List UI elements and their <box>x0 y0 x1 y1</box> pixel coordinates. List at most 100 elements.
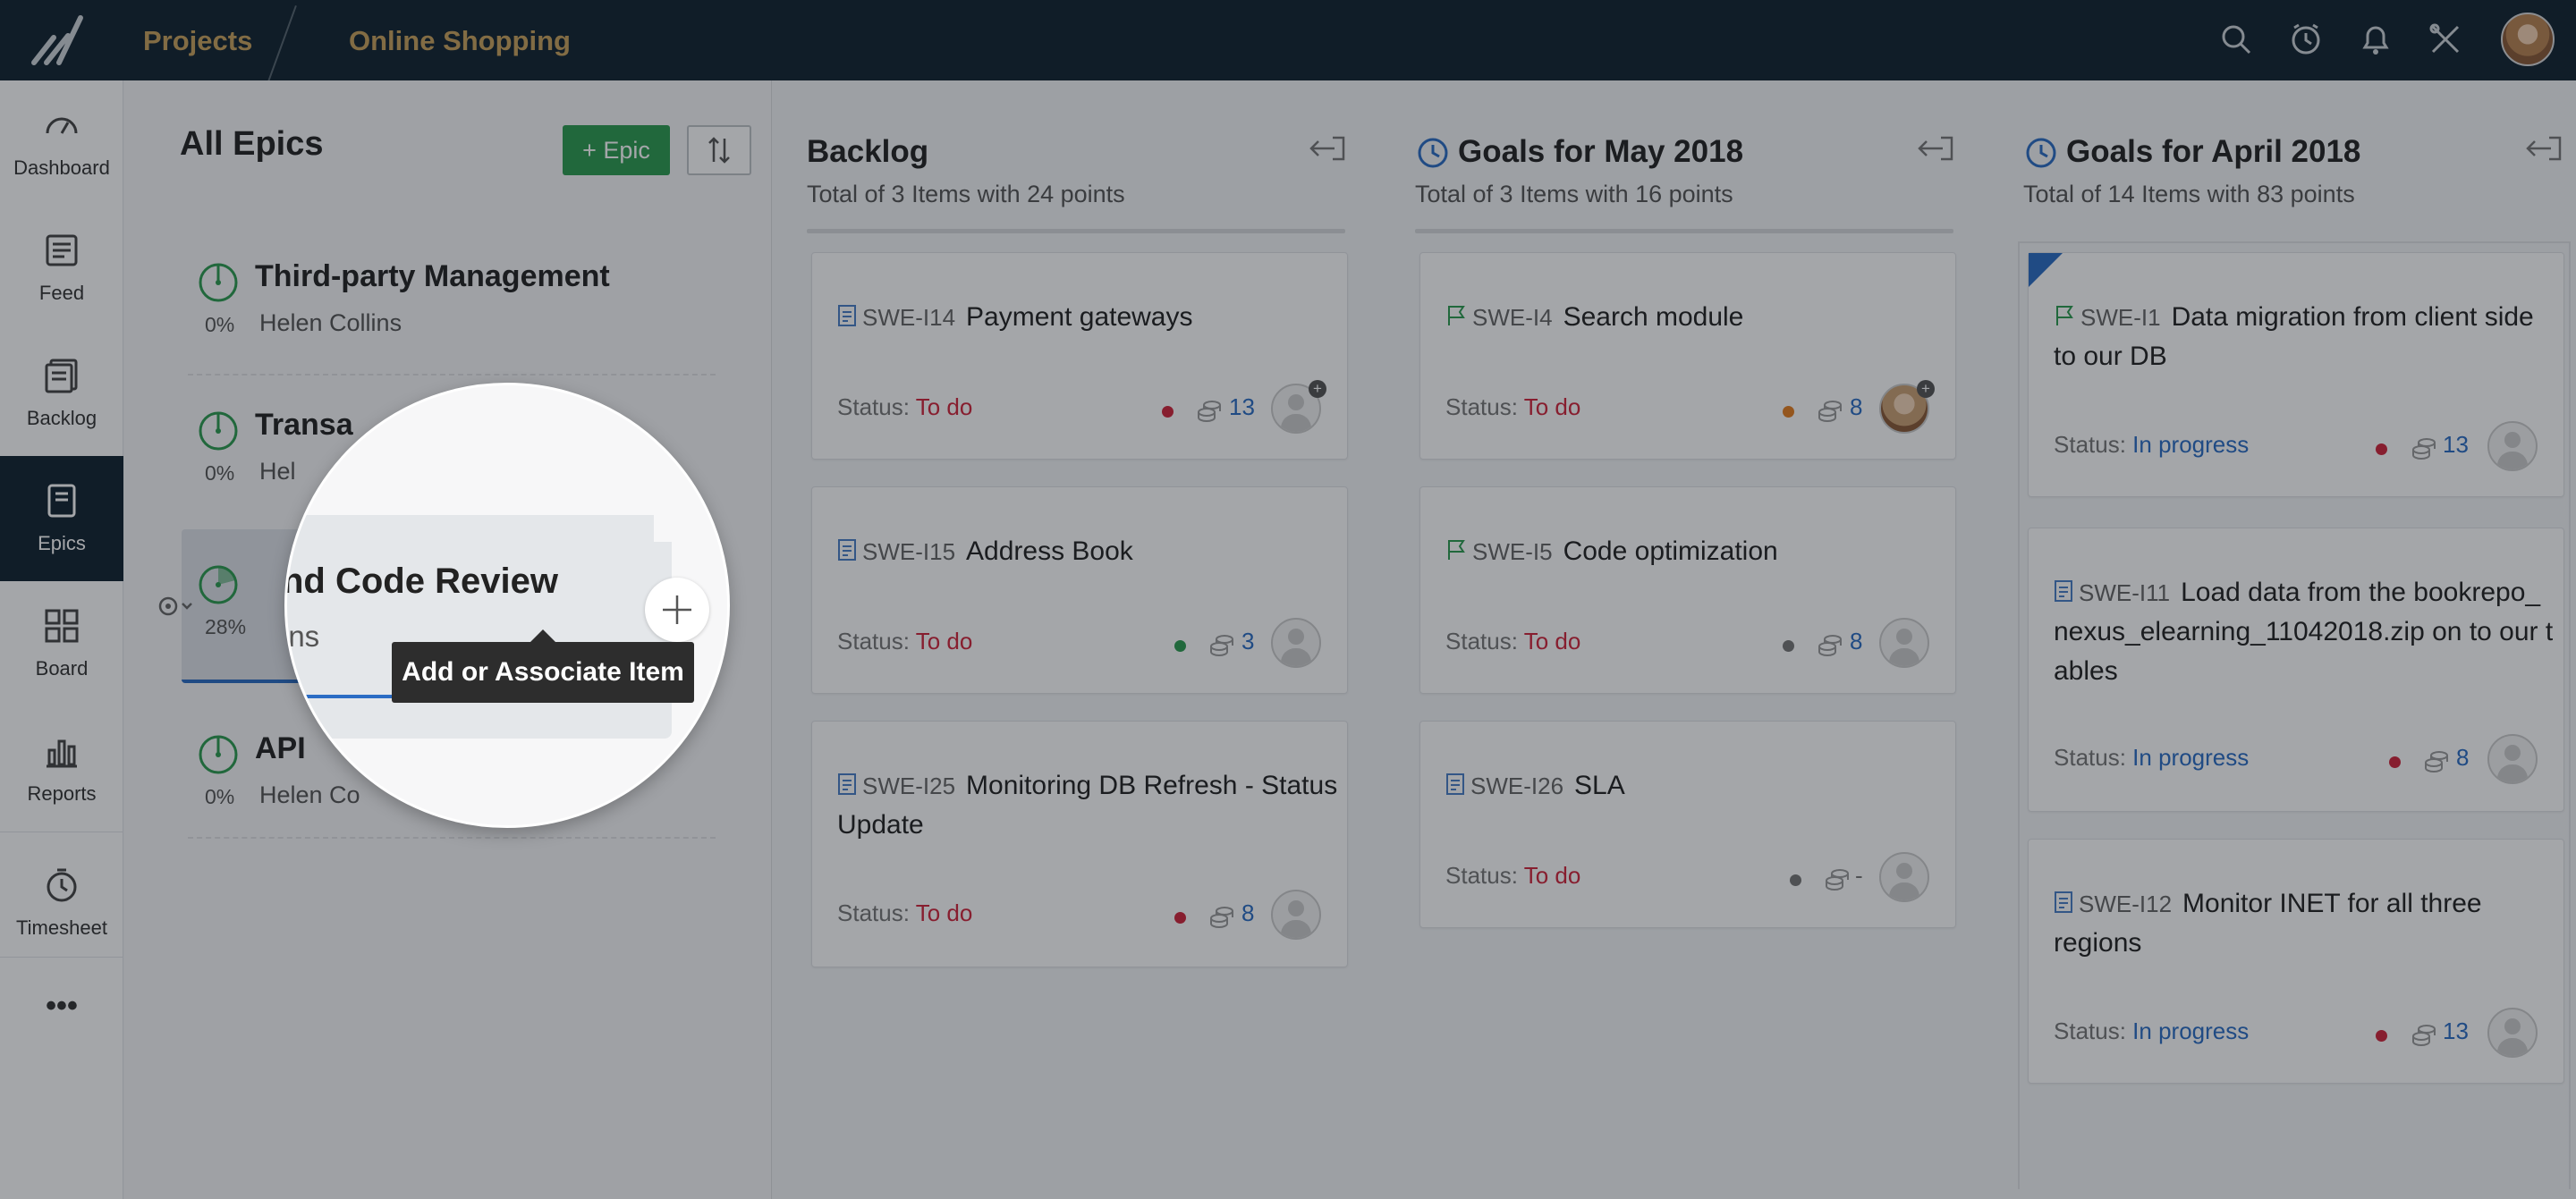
document-icon <box>838 773 856 795</box>
item-status: Status: To do <box>837 899 973 926</box>
story-points-icon <box>1826 869 1849 891</box>
epic-row[interactable]: Third-party Management 0% Helen Collins <box>98 225 626 343</box>
assignee-avatar[interactable] <box>2487 421 2538 471</box>
story-points-icon <box>1198 401 1221 422</box>
item-id: SWE-I25 <box>862 773 956 799</box>
item-id: SWE-I26 <box>1470 773 1564 799</box>
document-icon <box>838 539 856 561</box>
assignee-avatar[interactable] <box>1271 618 1321 668</box>
progress-ring-icon <box>199 565 238 604</box>
story-points: 8 <box>1850 393 1863 420</box>
item-id: SWE-I12 <box>2079 891 2173 917</box>
magnifier-spotlight: nd Code Review ins Add or Associate Item <box>284 383 730 828</box>
timer-icon[interactable] <box>2286 20 2326 59</box>
item-title: Address Book <box>966 536 1133 566</box>
nav-dashboard-label: Dashboard <box>13 156 110 179</box>
column-summary: Total of 3 Items with 16 points <box>1415 181 1733 207</box>
progress-ring-icon <box>199 263 238 302</box>
nav-timesheet[interactable]: Timesheet <box>0 840 123 966</box>
tooltip: Add or Associate Item <box>392 629 694 703</box>
bell-icon[interactable] <box>2356 20 2395 59</box>
progress-ring-icon <box>199 735 238 774</box>
add-epic-button[interactable]: + Epic <box>563 125 670 175</box>
nav-epics-label: Epics <box>38 532 86 554</box>
feed-icon <box>46 234 78 266</box>
story-points: 8 <box>1241 899 1255 926</box>
item-card[interactable]: SWE-I15 Address Book Status: To do 3 <box>811 486 1348 694</box>
story-points-icon <box>2412 1025 2436 1046</box>
collapse-icon[interactable] <box>1308 131 1349 166</box>
item-card[interactable]: SWE-I4 Search module Status: To do 8 + <box>1419 252 1956 460</box>
item-status: Status: To do <box>837 393 973 420</box>
story-points: 3 <box>1241 628 1255 654</box>
item-card[interactable]: SWE-I25 Monitoring DB Refresh - Status Up… <box>811 721 1348 967</box>
progress-ring-icon <box>199 411 238 451</box>
panel-title: All Epics <box>180 125 324 163</box>
sort-button[interactable] <box>687 125 751 175</box>
assignee-avatar[interactable] <box>2487 1008 2538 1058</box>
flag-icon <box>1448 306 1465 325</box>
item-status: Status: In progress <box>2054 1017 2250 1044</box>
story-points-icon <box>2412 438 2436 460</box>
search-icon[interactable] <box>2216 20 2256 59</box>
epic-divider <box>188 837 716 839</box>
nav-dashboard[interactable]: Dashboard <box>0 80 123 206</box>
epic-owner: Helen Collins <box>259 309 402 336</box>
sprint-icon <box>2026 138 2056 168</box>
item-card[interactable]: SWE-I14 Payment gateways Status: To do 13… <box>811 252 1348 460</box>
nav-reports-label: Reports <box>27 782 97 805</box>
document-icon <box>838 305 856 326</box>
app-logo-icon[interactable] <box>27 11 89 70</box>
item-title: Search module <box>1563 302 1744 332</box>
nav-feed-label: Feed <box>38 282 85 304</box>
assignee-avatar[interactable] <box>1271 890 1321 940</box>
breadcrumb-project[interactable]: Online Shopping <box>349 25 571 57</box>
more-icon[interactable]: ••• <box>0 975 123 1037</box>
assignee-avatar[interactable] <box>1879 618 1929 668</box>
item-id: SWE-I1 <box>2080 304 2161 331</box>
item-card[interactable]: SWE-I1 Data migration from client side to… <box>2028 252 2564 497</box>
column-divider <box>807 229 1345 233</box>
story-points-icon <box>1818 635 1842 656</box>
story-points-icon <box>1210 907 1233 928</box>
priority-dot <box>2376 443 2387 455</box>
collapse-icon[interactable] <box>1916 131 1957 166</box>
dashboard-icon <box>46 117 78 134</box>
column-title: Goals for May 2018 <box>1458 134 1744 169</box>
item-card[interactable]: SWE-I5 Code optimization Status: To do 8 <box>1419 486 1956 694</box>
story-points-icon <box>1210 635 1233 656</box>
column-title: Goals for April 2018 <box>2066 134 2361 169</box>
story-points: 13 <box>1229 393 1255 420</box>
nav-timesheet-label: Timesheet <box>16 916 107 939</box>
add-assignee-icon[interactable]: + <box>1917 380 1935 398</box>
priority-dot <box>2389 756 2401 768</box>
item-title: Code optimization <box>1563 536 1778 566</box>
magnified-epic-row[interactable] <box>287 515 672 739</box>
item-status: Status: In progress <box>2054 744 2250 771</box>
item-card[interactable]: SWE-I12 Monitor INET for all three region… <box>2028 839 2564 1084</box>
epic-progress: 0% <box>205 785 235 808</box>
item-card[interactable]: SWE-I11 Load data from the bookrepo_nexus… <box>2028 528 2564 812</box>
breadcrumb-projects[interactable]: Projects <box>143 25 252 57</box>
document-icon <box>2055 891 2072 913</box>
corner-badge <box>2029 253 2063 287</box>
priority-dot <box>1783 640 1794 652</box>
user-avatar[interactable] <box>2501 13 2555 66</box>
epic-progress: 0% <box>205 313 235 336</box>
assignee-avatar[interactable] <box>2487 734 2538 784</box>
add-item-button[interactable] <box>645 578 709 642</box>
backlog-icon <box>45 359 78 393</box>
breadcrumb-divider <box>267 5 297 82</box>
assignee-avatar[interactable] <box>1879 852 1929 902</box>
story-points: - <box>1855 862 1863 889</box>
nav-divider <box>0 957 123 958</box>
priority-dot <box>1162 406 1174 418</box>
add-assignee-icon[interactable]: + <box>1309 380 1326 398</box>
item-card[interactable]: SWE-I26 SLA Status: To do - <box>1419 721 1956 928</box>
story-points-icon <box>1818 401 1842 422</box>
timesheet-icon <box>47 868 77 902</box>
flag-icon <box>2056 306 2073 325</box>
collapse-icon[interactable] <box>2524 131 2565 166</box>
board-icon <box>45 609 79 643</box>
tools-icon[interactable] <box>2426 20 2465 59</box>
